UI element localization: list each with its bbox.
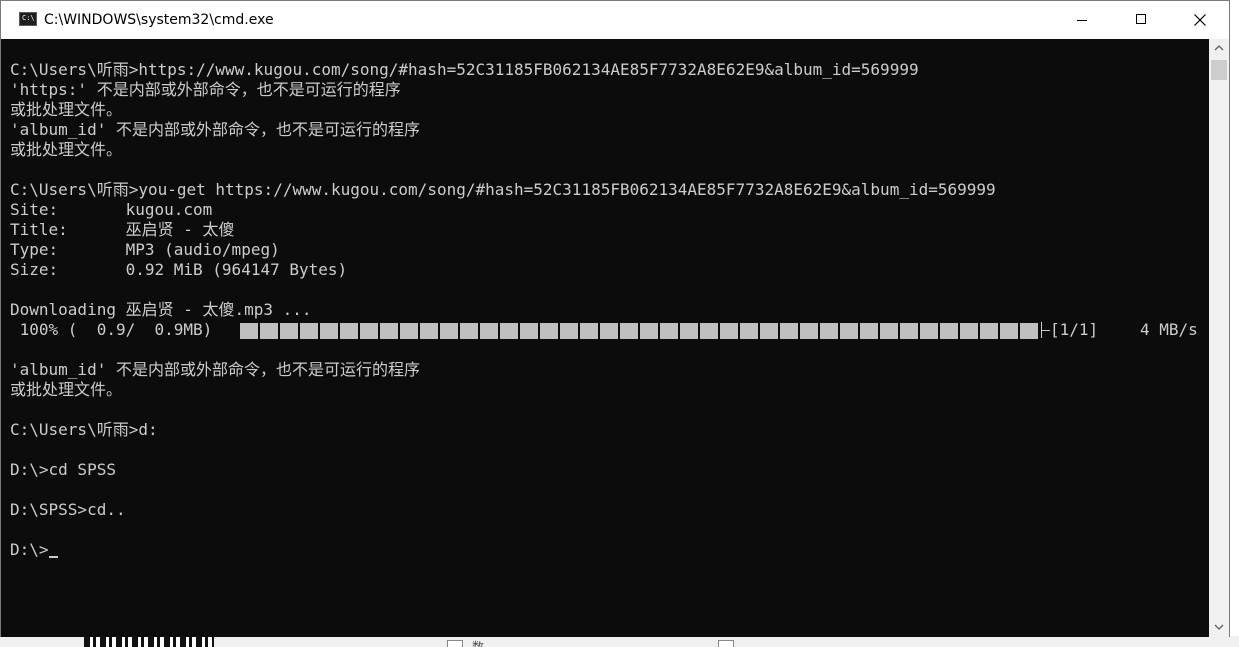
console-line: Size: 0.92 MiB (964147 Bytes): [10, 260, 348, 279]
chevron-down-icon: [1214, 624, 1224, 630]
scroll-down-button[interactable]: [1209, 619, 1229, 637]
console-line: C:\Users\听雨>d:: [10, 420, 158, 439]
console-line: 或批处理文件。: [10, 380, 123, 399]
download-progress-percent: 100% ( 0.9/ 0.9MB): [10, 320, 213, 339]
console-line: Downloading 巫启贤 - 太傻.mp3 ...: [10, 300, 312, 319]
background-label: 数: [472, 640, 485, 647]
console-line: C:\Users\听雨>https://www.kugou.com/song/#…: [10, 60, 919, 79]
close-icon: [1194, 14, 1206, 26]
window-title: C:\WINDOWS\system32\cmd.exe: [44, 12, 274, 28]
console-line: Site: kugou.com: [10, 200, 213, 219]
console-line: Title: 巫启贤 - 太傻: [10, 220, 235, 239]
console-prompt: D:\>: [10, 540, 49, 559]
console-line: Type: MP3 (audio/mpeg): [10, 240, 280, 259]
download-speed: 4 MB/s: [1140, 320, 1198, 339]
download-progress-end: [1041, 322, 1050, 338]
maximize-icon: [1136, 14, 1146, 24]
console-line: D:\SPSS>cd..: [10, 500, 126, 519]
maximize-button[interactable]: [1112, 1, 1170, 39]
console-line: 'https:' 不是内部或外部命令，也不是可运行的程序: [10, 80, 401, 99]
title-bar[interactable]: C:\ C:\WINDOWS\system32\cmd.exe: [1, 1, 1229, 39]
console-line: 或批处理文件。: [10, 140, 123, 159]
console-line: 或批处理文件。: [10, 100, 123, 119]
chevron-up-icon: [1214, 45, 1224, 51]
background-checkbox: [447, 640, 463, 647]
minimize-button[interactable]: [1053, 1, 1111, 39]
console-line: 'album_id' 不是内部或外部命令，也不是可运行的程序: [10, 360, 420, 379]
scroll-thumb[interactable]: [1211, 60, 1227, 80]
background-qr-code: [84, 637, 214, 647]
download-progress-bar: [240, 323, 1040, 339]
console-line: D:\>cd SPSS: [10, 460, 116, 479]
cmd-icon-glyph: C:\: [22, 14, 35, 22]
console-line: 'album_id' 不是内部或外部命令，也不是可运行的程序: [10, 120, 420, 139]
vertical-scrollbar[interactable]: [1209, 39, 1229, 637]
scroll-up-button[interactable]: [1209, 39, 1229, 57]
console-prompt-line[interactable]: D:\>: [10, 540, 996, 560]
cmd-icon[interactable]: C:\: [19, 12, 37, 26]
close-button[interactable]: [1171, 1, 1229, 39]
background-checkbox-2: [718, 640, 734, 647]
text-cursor: [48, 556, 58, 558]
download-progress-line: 100% ( 0.9/ 0.9MB) [1/1] 4 MB/s: [10, 320, 1198, 340]
download-progress-count: [1/1]: [1050, 320, 1099, 339]
minimize-icon: [1077, 20, 1087, 21]
console-output[interactable]: C:\Users\听雨>https://www.kugou.com/song/#…: [1, 39, 1209, 637]
console-lines: C:\Users\听雨>https://www.kugou.com/song/#…: [10, 60, 1198, 560]
console-line: C:\Users\听雨>you-get https://www.kugou.co…: [10, 180, 996, 199]
cmd-window: C:\ C:\WINDOWS\system32\cmd.exe C:\Users…: [0, 0, 1230, 637]
